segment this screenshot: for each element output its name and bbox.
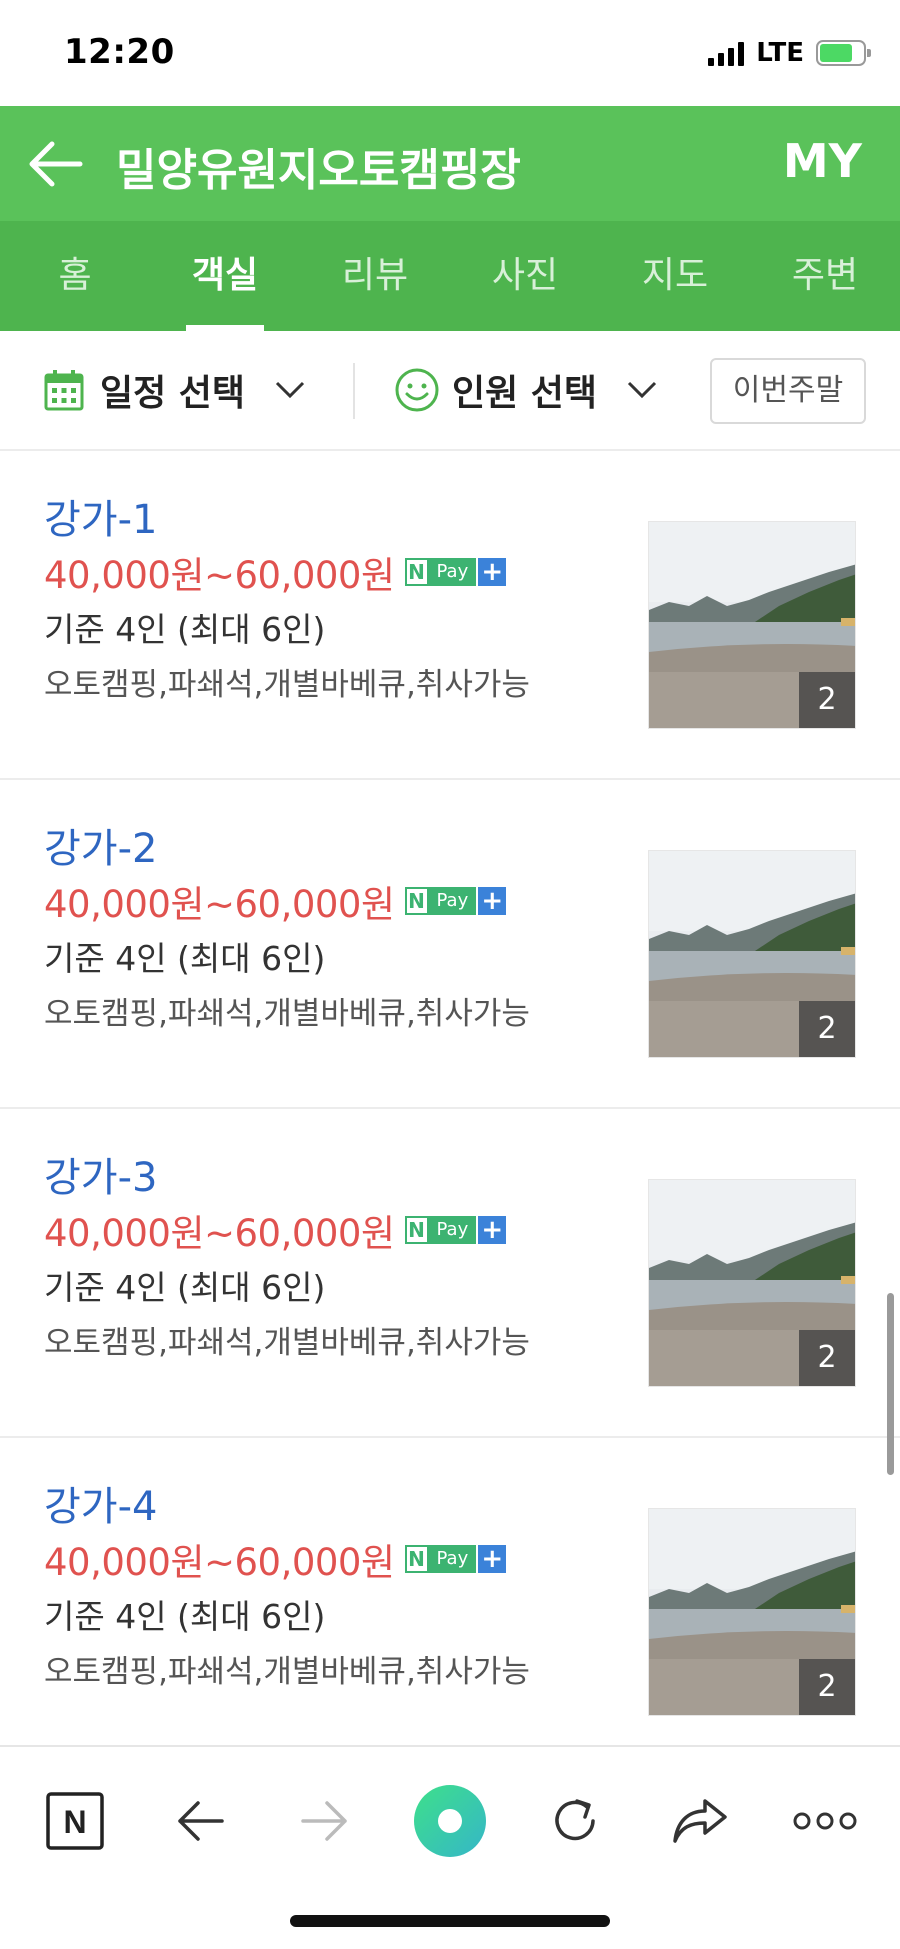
room-list: 강가-1 40,000원~60,000원 N Pay + 기준 4인 (최대 6… [0,451,900,1767]
room-price: 40,000원~60,000원 [44,883,395,926]
tab-reviews[interactable]: 리뷰 [300,221,450,331]
npay-plus-icon: + [478,1545,507,1573]
room-price: 40,000원~60,000원 [44,1212,395,1255]
npay-badge: N Pay + [404,887,507,915]
date-filter-label: 일정 선택 [100,373,246,414]
room-tags: 오토캠핑,파쇄석,개별바베큐,취사가능 [44,1325,530,1361]
tab-bar: 홈 객실 리뷰 사진 지도 주변 [0,221,900,331]
npay-n-icon: N [404,1545,429,1573]
scrollbar[interactable] [887,1293,894,1475]
green-dot-icon [414,1785,486,1857]
npay-badge: N Pay + [404,558,507,586]
network-label: LTE [756,38,804,68]
browser-forward-button[interactable] [285,1781,365,1861]
smiley-icon [395,368,439,412]
npay-plus-icon: + [478,887,507,915]
signal-icon [708,40,745,66]
room-capacity: 기준 4인 (최대 6인) [44,939,326,978]
share-button[interactable] [660,1781,740,1861]
room-name[interactable]: 강가-4 [44,1474,157,1532]
this-weekend-button[interactable]: 이번주말 [710,358,866,424]
room-capacity: 기준 4인 (최대 6인) [44,1597,326,1636]
room-price-row: 40,000원~60,000원 N Pay + [44,1203,507,1257]
back-arrow-icon [29,141,83,187]
filter-bar: 일정 선택 인원 선택 이번주말 [0,331,900,451]
naver-n-icon: N [46,1792,104,1850]
naver-home-button[interactable]: N [35,1781,115,1861]
tab-nearby[interactable]: 주변 [750,221,900,331]
photo-count-badge: 2 [799,672,855,728]
npay-n-icon: N [404,558,429,586]
room-price-row: 40,000원~60,000원 N Pay + [44,545,507,599]
battery-icon [816,40,871,66]
room-price-row: 40,000원~60,000원 N Pay + [44,874,507,928]
green-dot-button[interactable] [410,1781,490,1861]
room-tags: 오토캠핑,파쇄석,개별바베큐,취사가능 [44,996,530,1032]
npay-badge: N Pay + [404,1545,507,1573]
room-item[interactable]: 강가-4 40,000원~60,000원 N Pay + 기준 4인 (최대 6… [0,1438,900,1767]
people-filter[interactable]: 인원 선택 [394,361,657,419]
forward-arrow-icon [301,1801,347,1841]
tab-rooms[interactable]: 객실 [150,221,300,331]
filter-divider [353,363,355,419]
my-button[interactable]: MY [783,134,862,188]
room-item[interactable]: 강가-3 40,000원~60,000원 N Pay + 기준 4인 (최대 6… [0,1109,900,1438]
room-thumbnail[interactable]: 2 [648,1179,856,1387]
svg-text:N: N [63,1804,86,1840]
calendar-icon [44,370,84,411]
room-price-row: 40,000원~60,000원 N Pay + [44,1532,507,1586]
room-name[interactable]: 강가-2 [44,816,157,874]
room-thumbnail[interactable]: 2 [648,850,856,1058]
tab-home[interactable]: 홈 [0,221,150,331]
npay-plus-icon: + [478,1216,507,1244]
room-name[interactable]: 강가-1 [44,487,157,545]
room-tags: 오토캠핑,파쇄석,개별바베큐,취사가능 [44,667,530,703]
npay-pay-label: Pay [428,1545,477,1573]
app-header: 밀양유원지오토캠핑장 MY [0,106,900,221]
back-button[interactable] [26,136,86,192]
npay-n-icon: N [404,887,429,915]
photo-count-badge: 2 [799,1001,855,1057]
npay-n-icon: N [404,1216,429,1244]
browser-back-button[interactable] [160,1781,240,1861]
room-price: 40,000원~60,000원 [44,554,395,597]
date-filter[interactable]: 일정 선택 [44,361,305,419]
status-time: 12:20 [64,32,175,72]
refresh-icon [555,1799,595,1841]
room-capacity: 기준 4인 (최대 6인) [44,610,326,649]
room-item[interactable]: 강가-2 40,000원~60,000원 N Pay + 기준 4인 (최대 6… [0,780,900,1109]
room-tags: 오토캠핑,파쇄석,개별바베큐,취사가능 [44,1654,530,1690]
people-filter-label: 인원 선택 [452,373,598,414]
npay-pay-label: Pay [428,558,477,586]
room-name[interactable]: 강가-3 [44,1145,157,1203]
more-icon [793,1812,857,1830]
npay-pay-label: Pay [428,887,477,915]
npay-plus-icon: + [478,558,507,586]
status-indicators: LTE [708,38,871,68]
room-price: 40,000원~60,000원 [44,1541,395,1584]
tab-map[interactable]: 지도 [600,221,750,331]
photo-count-badge: 2 [799,1659,855,1715]
tab-photos[interactable]: 사진 [450,221,600,331]
status-bar: 12:20 LTE [0,0,900,106]
chevron-down-icon [627,381,657,399]
page-title: 밀양유원지오토캠핑장 [116,145,521,196]
refresh-button[interactable] [535,1781,615,1861]
more-button[interactable] [785,1781,865,1861]
share-icon [673,1799,727,1843]
room-thumbnail[interactable]: 2 [648,1508,856,1716]
npay-badge: N Pay + [404,1216,507,1244]
browser-toolbar: N [0,1745,900,1949]
room-thumbnail[interactable]: 2 [648,521,856,729]
photo-count-badge: 2 [799,1330,855,1386]
home-indicator[interactable] [290,1915,610,1927]
npay-pay-label: Pay [428,1216,477,1244]
room-capacity: 기준 4인 (최대 6인) [44,1268,326,1307]
back-arrow-icon [178,1801,224,1841]
room-item[interactable]: 강가-1 40,000원~60,000원 N Pay + 기준 4인 (최대 6… [0,451,900,780]
chevron-down-icon [275,381,305,399]
